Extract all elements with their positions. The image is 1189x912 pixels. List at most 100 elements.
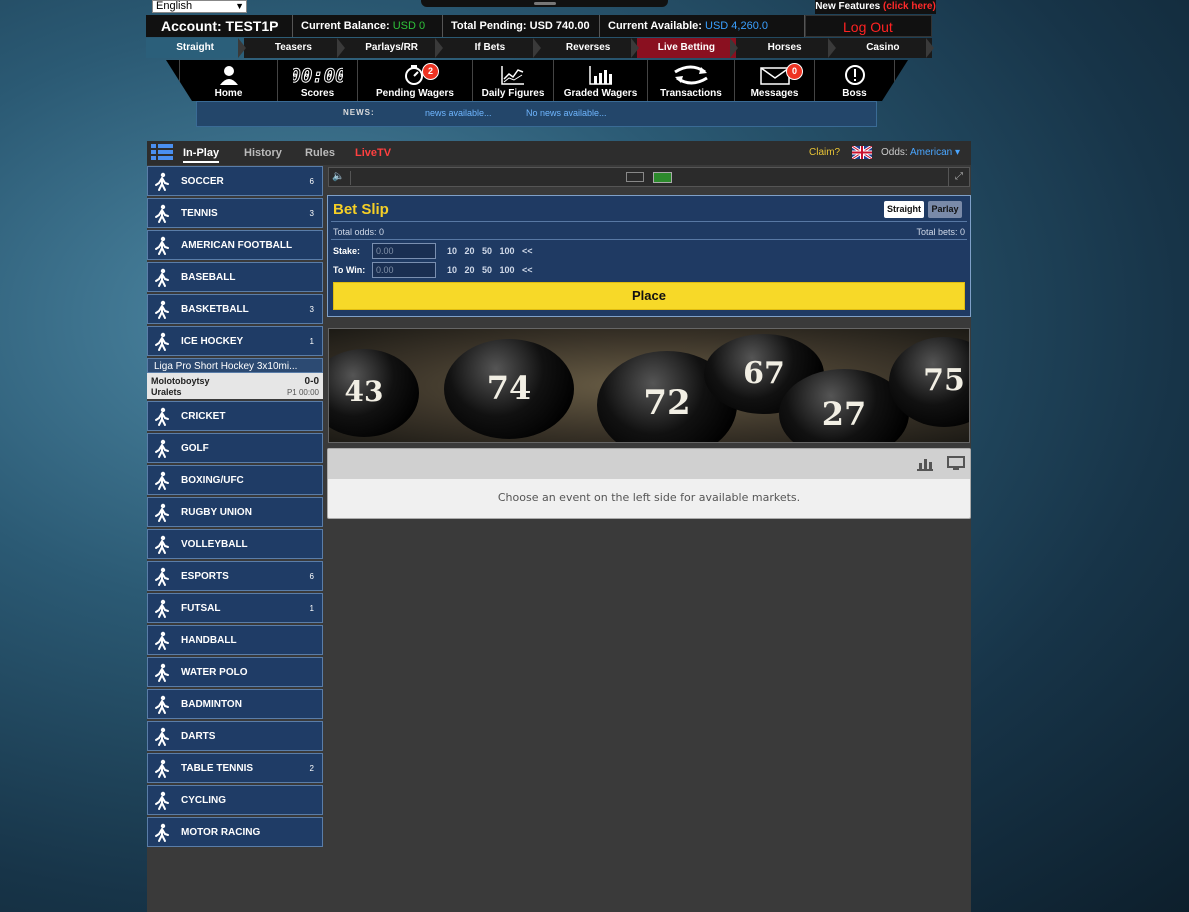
tab-rules[interactable]: Rules xyxy=(305,147,335,159)
sport-item-basketball[interactable]: BASKETBALL 3 xyxy=(147,294,323,324)
monitor-icon[interactable] xyxy=(947,456,965,471)
top-drawer-handle[interactable] xyxy=(421,0,668,7)
bet-slip-title: Bet Slip xyxy=(333,201,389,218)
tab-horses[interactable]: Horses xyxy=(736,38,837,58)
bet-slip: Bet Slip Straight Parlay Total odds: 0 T… xyxy=(327,195,971,317)
tab-in-play[interactable]: In-Play xyxy=(183,147,220,163)
nav-graded-wagers[interactable]: Graded Wagers xyxy=(554,60,648,101)
live-event-row[interactable]: Molotoboytsy Uralets 0-0 P1 00:00 xyxy=(147,373,323,399)
nav-pending-label: Pending Wagers xyxy=(376,88,454,99)
tab-teasers[interactable]: Teasers xyxy=(244,38,345,58)
lottery-ball: 43 xyxy=(329,349,419,437)
language-select[interactable]: English ▼ xyxy=(152,0,247,13)
tab-history[interactable]: History xyxy=(244,147,282,159)
hockey-player-icon xyxy=(155,332,169,351)
stake-label: Stake: xyxy=(333,246,361,256)
golf-player-icon xyxy=(155,439,169,458)
baseball-player-icon xyxy=(155,268,169,287)
news-item[interactable]: news available... xyxy=(425,108,492,118)
sport-item-rugby-union[interactable]: RUGBY UNION xyxy=(147,497,323,527)
tab-if-bets[interactable]: If Bets xyxy=(441,38,542,58)
sport-item-ice-hockey[interactable]: ICE HOCKEY 1 xyxy=(147,326,323,356)
pending-value: USD 740.00 xyxy=(529,20,590,32)
sport-name: TENNIS xyxy=(181,208,218,219)
logout-button[interactable]: Log Out xyxy=(805,15,932,37)
motor-racing-icon xyxy=(155,823,169,842)
sport-item-american-football[interactable]: AMERICAN FOOTBALL xyxy=(147,230,323,260)
sport-item-cricket[interactable]: CRICKET xyxy=(147,401,323,431)
expand-icon[interactable]: ⤢ xyxy=(948,168,969,186)
sport-name: WATER POLO xyxy=(181,667,248,678)
news-item[interactable]: No news available... xyxy=(526,108,607,118)
tab-parlays[interactable]: Parlays/RR xyxy=(343,38,444,58)
live-tab-bar: In-Play History Rules LiveTV Claim? Odds… xyxy=(147,141,971,165)
new-features-link[interactable]: New Features (click here) xyxy=(815,0,936,14)
place-bet-button[interactable]: Place xyxy=(333,282,965,310)
tab-straight[interactable]: Straight xyxy=(146,38,247,58)
news-label: NEWS: xyxy=(343,108,375,117)
sport-name: ICE HOCKEY xyxy=(181,336,244,347)
nav-transactions[interactable]: Transactions xyxy=(648,60,735,101)
sport-item-volleyball[interactable]: VOLLEYBALL xyxy=(147,529,323,559)
sport-item-soccer[interactable]: SOCCER 6 xyxy=(147,166,323,196)
click-here-link[interactable]: (click here) xyxy=(883,1,936,12)
nav-pending-wagers[interactable]: 2 Pending Wagers xyxy=(358,60,473,101)
sport-item-boxing-ufc[interactable]: BOXING/UFC xyxy=(147,465,323,495)
nav-messages[interactable]: 0 Messages xyxy=(735,60,815,101)
stake-quick-amounts[interactable]: 10 20 50 100 << xyxy=(447,246,533,256)
team-home: Molotoboytsy xyxy=(151,376,210,386)
sport-name: VOLLEYBALL xyxy=(181,539,248,550)
sport-item-water-polo[interactable]: WATER POLO xyxy=(147,657,323,687)
sport-item-motor-racing[interactable]: MOTOR RACING xyxy=(147,817,323,847)
nav-home[interactable]: Home xyxy=(179,60,278,101)
sport-item-table-tennis[interactable]: TABLE TENNIS 2 xyxy=(147,753,323,783)
divider xyxy=(331,239,967,240)
current-available: Current Available: USD 4,260.0 xyxy=(600,15,805,37)
volume-icon[interactable]: 🔈 xyxy=(332,171,351,185)
sport-item-tennis[interactable]: TENNIS 3 xyxy=(147,198,323,228)
grid-menu-icon[interactable] xyxy=(151,144,173,161)
total-odds: Total odds: 0 xyxy=(333,227,385,237)
nav-boss[interactable]: Boss xyxy=(815,60,895,101)
league-header[interactable]: Liga Pro Short Hockey 3x10mi... xyxy=(147,358,323,373)
messages-badge: 0 xyxy=(786,63,803,80)
football-player-icon xyxy=(155,236,169,255)
nav-daily-figures[interactable]: Daily Figures xyxy=(473,60,554,101)
total-bets: Total bets: 0 xyxy=(916,227,965,237)
parlay-toggle[interactable]: Parlay xyxy=(928,201,962,218)
bar-chart-icon xyxy=(588,66,612,85)
sport-item-esports[interactable]: ESPORTS 6 xyxy=(147,561,323,591)
sport-item-baseball[interactable]: BASEBALL xyxy=(147,262,323,292)
sport-item-darts[interactable]: DARTS xyxy=(147,721,323,751)
sport-item-golf[interactable]: GOLF xyxy=(147,433,323,463)
available-label: Current Available: xyxy=(608,20,702,32)
user-icon xyxy=(219,66,238,85)
tab-live-betting[interactable]: Live Betting xyxy=(637,38,738,58)
sport-count: 2 xyxy=(309,764,314,773)
volleyball-player-icon xyxy=(155,535,169,554)
claim-link[interactable]: Claim? xyxy=(809,147,840,158)
tab-reverses[interactable]: Reverses xyxy=(539,38,640,58)
tab-live-tv[interactable]: LiveTV xyxy=(355,147,391,159)
sport-item-handball[interactable]: HANDBALL xyxy=(147,625,323,655)
sport-item-futsal[interactable]: FUTSAL 1 xyxy=(147,593,323,623)
towin-input[interactable]: 0.00 xyxy=(372,262,436,278)
stats-chart-icon[interactable] xyxy=(917,457,933,471)
straight-toggle[interactable]: Straight xyxy=(884,201,924,218)
odds-format-dropdown[interactable]: American ▾ xyxy=(910,147,960,158)
video-icon[interactable] xyxy=(626,172,644,182)
pitch-tracker-icon[interactable] xyxy=(653,172,672,183)
markets-header xyxy=(328,449,970,479)
towin-quick-amounts[interactable]: 10 20 50 100 << xyxy=(447,265,533,275)
uk-flag-icon[interactable] xyxy=(852,146,872,159)
live-video-bar: 🔈 ⤢ xyxy=(328,167,970,187)
sport-item-badminton[interactable]: BADMINTON xyxy=(147,689,323,719)
tab-casino[interactable]: Casino xyxy=(834,38,935,58)
markets-empty-message: Choose an event on the left side for ava… xyxy=(497,491,801,504)
sport-item-cycling[interactable]: CYCLING xyxy=(147,785,323,815)
towin-label: To Win: xyxy=(333,265,366,275)
alert-circle-icon xyxy=(844,65,865,85)
nav-scores[interactable]: 00:00 Scores xyxy=(278,60,358,101)
stake-input[interactable]: 0.00 xyxy=(372,243,436,259)
sport-name: DARTS xyxy=(181,731,216,742)
